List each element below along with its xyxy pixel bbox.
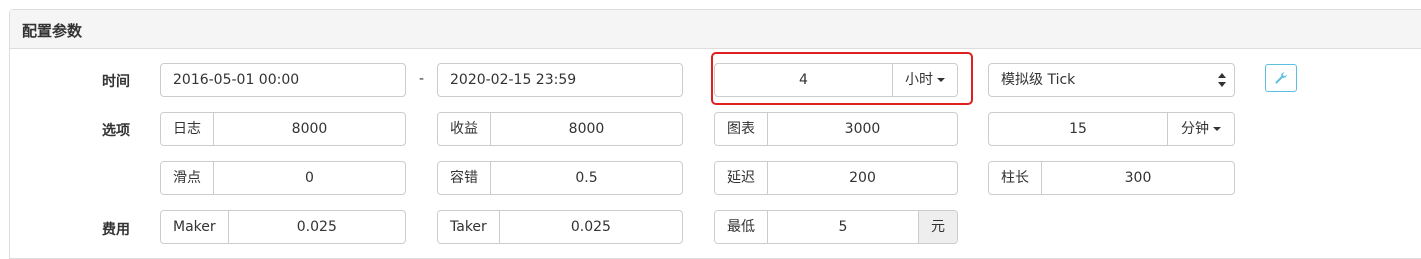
bar-length-addon: 柱长 <box>989 162 1042 194</box>
taker-fee-input[interactable]: 0.025 <box>500 211 682 243</box>
tolerance-input[interactable]: 0.5 <box>491 162 682 194</box>
delay-group: 延迟 200 <box>714 161 958 195</box>
kline-unit-dropdown[interactable]: 分钟 <box>1167 113 1234 145</box>
highlight-box <box>711 52 973 105</box>
kline-period-input[interactable]: 15 <box>989 113 1167 145</box>
wrench-icon <box>1275 72 1287 84</box>
slippage-addon: 滑点 <box>161 162 214 194</box>
select-arrows-icon <box>1218 73 1226 87</box>
minimum-addon: 最低 <box>715 211 768 243</box>
panel-title: 配置参数 <box>22 22 83 40</box>
caret-down-icon <box>1213 127 1221 131</box>
options-label: 选项 <box>102 123 130 139</box>
taker-group: Taker 0.025 <box>437 210 683 244</box>
end-time-input[interactable]: 2020-02-15 23:59 <box>437 63 683 97</box>
start-time-input[interactable]: 2016-05-01 00:00 <box>160 63 406 97</box>
log-input[interactable]: 8000 <box>214 113 405 145</box>
fee-label: 费用 <box>102 222 130 238</box>
mode-select-value: 模拟级 Tick <box>1001 72 1076 88</box>
maker-group: Maker 0.025 <box>160 210 406 244</box>
chart-addon: 图表 <box>715 113 768 145</box>
log-group: 日志 8000 <box>160 112 406 146</box>
profit-group: 收益 8000 <box>437 112 683 146</box>
panel-heading: 配置参数 <box>10 10 1421 49</box>
delay-input[interactable]: 200 <box>768 162 957 194</box>
mode-select[interactable]: 模拟级 Tick <box>988 63 1235 97</box>
tolerance-group: 容错 0.5 <box>437 161 683 195</box>
maker-addon: Maker <box>161 211 229 243</box>
taker-addon: Taker <box>438 211 500 243</box>
bar-length-group: 柱长 300 <box>988 161 1235 195</box>
bar-length-input[interactable]: 300 <box>1042 162 1234 194</box>
slippage-input[interactable]: 0 <box>214 162 405 194</box>
minimum-fee-group: 最低 5 元 <box>714 210 958 244</box>
tool-button[interactable] <box>1265 64 1297 92</box>
profit-addon: 收益 <box>438 113 491 145</box>
chart-group: 图表 3000 <box>714 112 958 146</box>
currency-unit-addon: 元 <box>918 211 957 243</box>
time-label: 时间 <box>102 74 130 90</box>
slippage-group: 滑点 0 <box>160 161 406 195</box>
profit-input[interactable]: 8000 <box>491 113 682 145</box>
kline-unit-label: 分钟 <box>1181 121 1209 137</box>
kline-group: 15 分钟 <box>988 112 1235 146</box>
tolerance-addon: 容错 <box>438 162 491 194</box>
minimum-fee-input[interactable]: 5 <box>768 211 918 243</box>
chart-input[interactable]: 3000 <box>768 113 957 145</box>
date-range-separator: - <box>419 71 425 87</box>
log-addon: 日志 <box>161 113 214 145</box>
maker-fee-input[interactable]: 0.025 <box>229 211 405 243</box>
delay-addon: 延迟 <box>715 162 768 194</box>
